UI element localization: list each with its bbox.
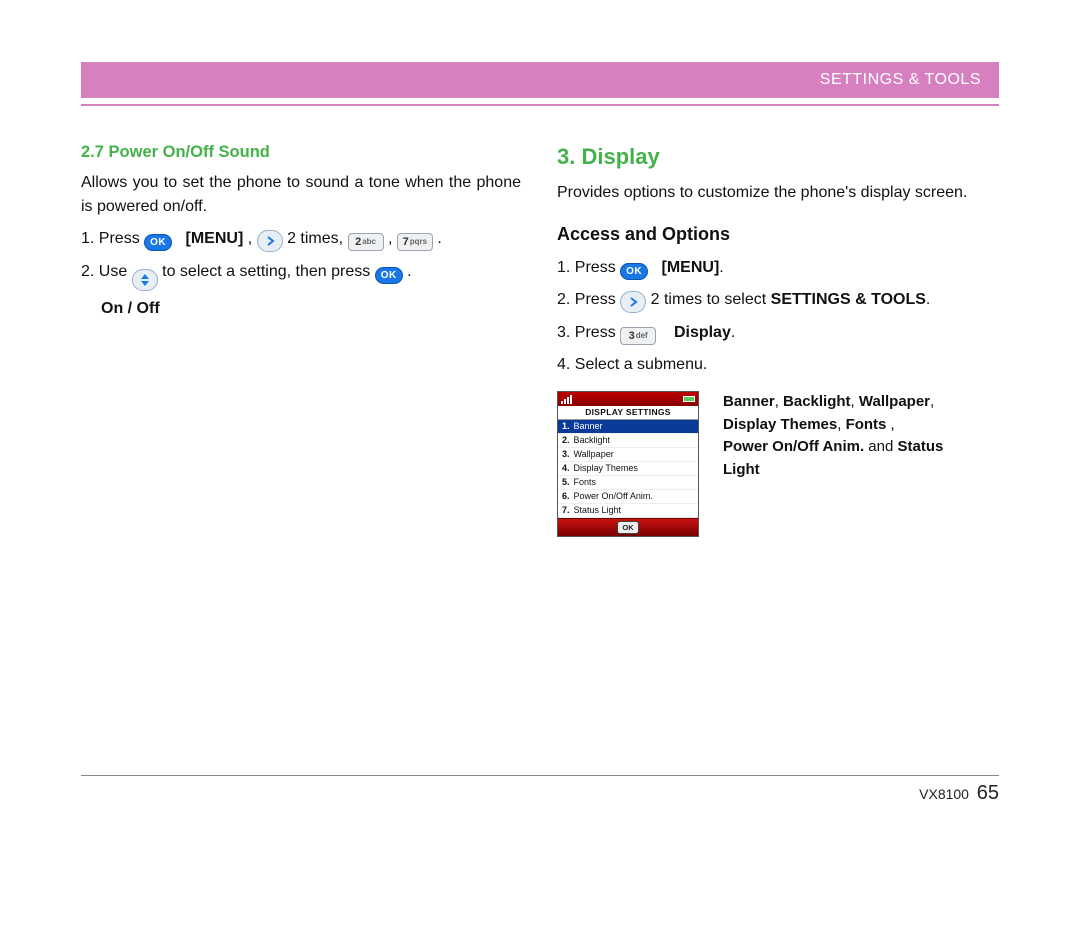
step-text: 1. Press xyxy=(81,230,144,247)
phone-softkey-bar: OK xyxy=(558,518,698,536)
step-text: to select a setting, then press xyxy=(162,263,375,280)
settings-tools-label: SETTINGS & TOOLS xyxy=(771,291,926,308)
menu-label: [MENU] xyxy=(662,259,720,276)
item-number: 1. xyxy=(562,420,570,434)
step-text: . xyxy=(437,230,441,247)
keypad-2-icon: 2 abc xyxy=(348,233,384,251)
menu-label: [MENU] xyxy=(186,230,244,247)
submenu-item: Fonts xyxy=(846,416,887,433)
phone-screenshot: DISPLAY SETTINGS 1. Banner 2. Backlight … xyxy=(557,391,699,537)
phone-and-submenu-row: DISPLAY SETTINGS 1. Banner 2. Backlight … xyxy=(557,391,997,537)
phone-menu-item: 6. Power On/Off Anim. xyxy=(558,490,698,504)
submenu-item: Banner xyxy=(723,393,775,410)
right-step-3: 3. Press 3 def Display. xyxy=(557,321,997,345)
key-letters: abc xyxy=(362,236,376,248)
battery-icon xyxy=(683,396,695,402)
manual-page: SETTINGS & TOOLS 2.7 Power On/Off Sound … xyxy=(81,62,999,805)
item-number: 6. xyxy=(562,490,570,504)
step-text: 2 times to select xyxy=(651,291,771,308)
model-number: VX8100 xyxy=(919,786,969,802)
keypad-7-icon: 7 pqrs xyxy=(397,233,433,251)
step-text: 3. Press xyxy=(557,324,620,341)
item-number: 3. xyxy=(562,448,570,462)
right-column: 3. Display Provides options to customize… xyxy=(557,140,997,537)
step-text: , xyxy=(248,230,257,247)
item-label: Status Light xyxy=(574,504,622,518)
step-text: . xyxy=(926,291,930,308)
item-label: Backlight xyxy=(574,434,611,448)
item-label: Banner xyxy=(574,420,603,434)
step-text: 2 times, xyxy=(287,230,347,247)
right-step-4: 4. Select a submenu. xyxy=(557,353,997,377)
step-text: . xyxy=(719,259,723,276)
section-header-bar: SETTINGS & TOOLS xyxy=(81,62,999,98)
key-letters: def xyxy=(636,330,648,342)
key-number: 3 xyxy=(629,328,635,345)
ok-icon: OK xyxy=(620,263,648,280)
item-label: Fonts xyxy=(574,476,597,490)
phone-ok-softkey: OK xyxy=(617,521,638,534)
section-header-text: SETTINGS & TOOLS xyxy=(820,71,981,89)
footer-rule xyxy=(81,775,999,776)
content-columns: 2.7 Power On/Off Sound Allows you to set… xyxy=(81,140,999,537)
phone-menu-item: 5. Fonts xyxy=(558,476,698,490)
item-number: 4. xyxy=(562,462,570,476)
access-options-subhead: Access and Options xyxy=(557,221,997,248)
step-text: . xyxy=(731,324,735,341)
display-label: Display xyxy=(674,324,731,341)
phone-status-bar xyxy=(558,392,698,406)
and-text: and xyxy=(864,438,897,455)
left-step-1: 1. Press OK [MENU] , 2 times, 2 abc , 7 … xyxy=(81,227,521,252)
submenu-item: Wallpaper xyxy=(859,393,930,410)
key-number: 7 xyxy=(403,234,409,251)
step-text: , xyxy=(388,230,397,247)
submenu-item: Display Themes xyxy=(723,416,837,433)
item-number: 7. xyxy=(562,504,570,518)
step-text: 2. Press xyxy=(557,291,620,308)
item-number: 5. xyxy=(562,476,570,490)
phone-menu-item-selected: 1. Banner xyxy=(558,420,698,434)
left-column: 2.7 Power On/Off Sound Allows you to set… xyxy=(81,140,521,537)
step-text: 2. Use xyxy=(81,263,132,280)
on-off-option: On / Off xyxy=(101,297,521,321)
submenu-item: Backlight xyxy=(783,393,851,410)
nav-updown-icon xyxy=(132,269,158,291)
step-text: 1. Press xyxy=(557,259,620,276)
item-number: 2. xyxy=(562,434,570,448)
header-rule xyxy=(81,104,999,106)
step-text: . xyxy=(407,263,411,280)
ok-icon: OK xyxy=(375,267,403,284)
left-heading: 2.7 Power On/Off Sound xyxy=(81,140,521,165)
submenu-item: Power On/Off Anim. xyxy=(723,438,864,455)
submenu-name-list: Banner, Backlight, Wallpaper, Display Th… xyxy=(723,391,973,481)
ok-icon: OK xyxy=(144,234,172,251)
key-letters: pqrs xyxy=(410,236,427,248)
phone-menu-item: 4. Display Themes xyxy=(558,462,698,476)
left-step-2: 2. Use to select a setting, then press O… xyxy=(81,260,521,291)
right-desc: Provides options to customize the phone'… xyxy=(557,181,997,205)
nav-right-icon xyxy=(257,230,283,252)
key-number: 2 xyxy=(355,234,361,251)
nav-right-icon xyxy=(620,291,646,313)
page-number: 65 xyxy=(977,782,999,804)
item-label: Wallpaper xyxy=(574,448,614,462)
left-desc: Allows you to set the phone to sound a t… xyxy=(81,171,521,219)
right-step-1: 1. Press OK [MENU]. xyxy=(557,256,997,280)
right-step-2: 2. Press 2 times to select SETTINGS & TO… xyxy=(557,288,997,313)
phone-menu-item: 2. Backlight xyxy=(558,434,698,448)
item-label: Power On/Off Anim. xyxy=(574,490,653,504)
keypad-3-icon: 3 def xyxy=(620,327,656,345)
phone-screen-title: DISPLAY SETTINGS xyxy=(558,406,698,420)
footer-page-number: VX8100 65 xyxy=(81,782,999,805)
signal-icon xyxy=(561,395,572,404)
phone-menu-item: 7. Status Light xyxy=(558,504,698,518)
item-label: Display Themes xyxy=(574,462,638,476)
right-heading: 3. Display xyxy=(557,140,997,173)
phone-menu-item: 3. Wallpaper xyxy=(558,448,698,462)
